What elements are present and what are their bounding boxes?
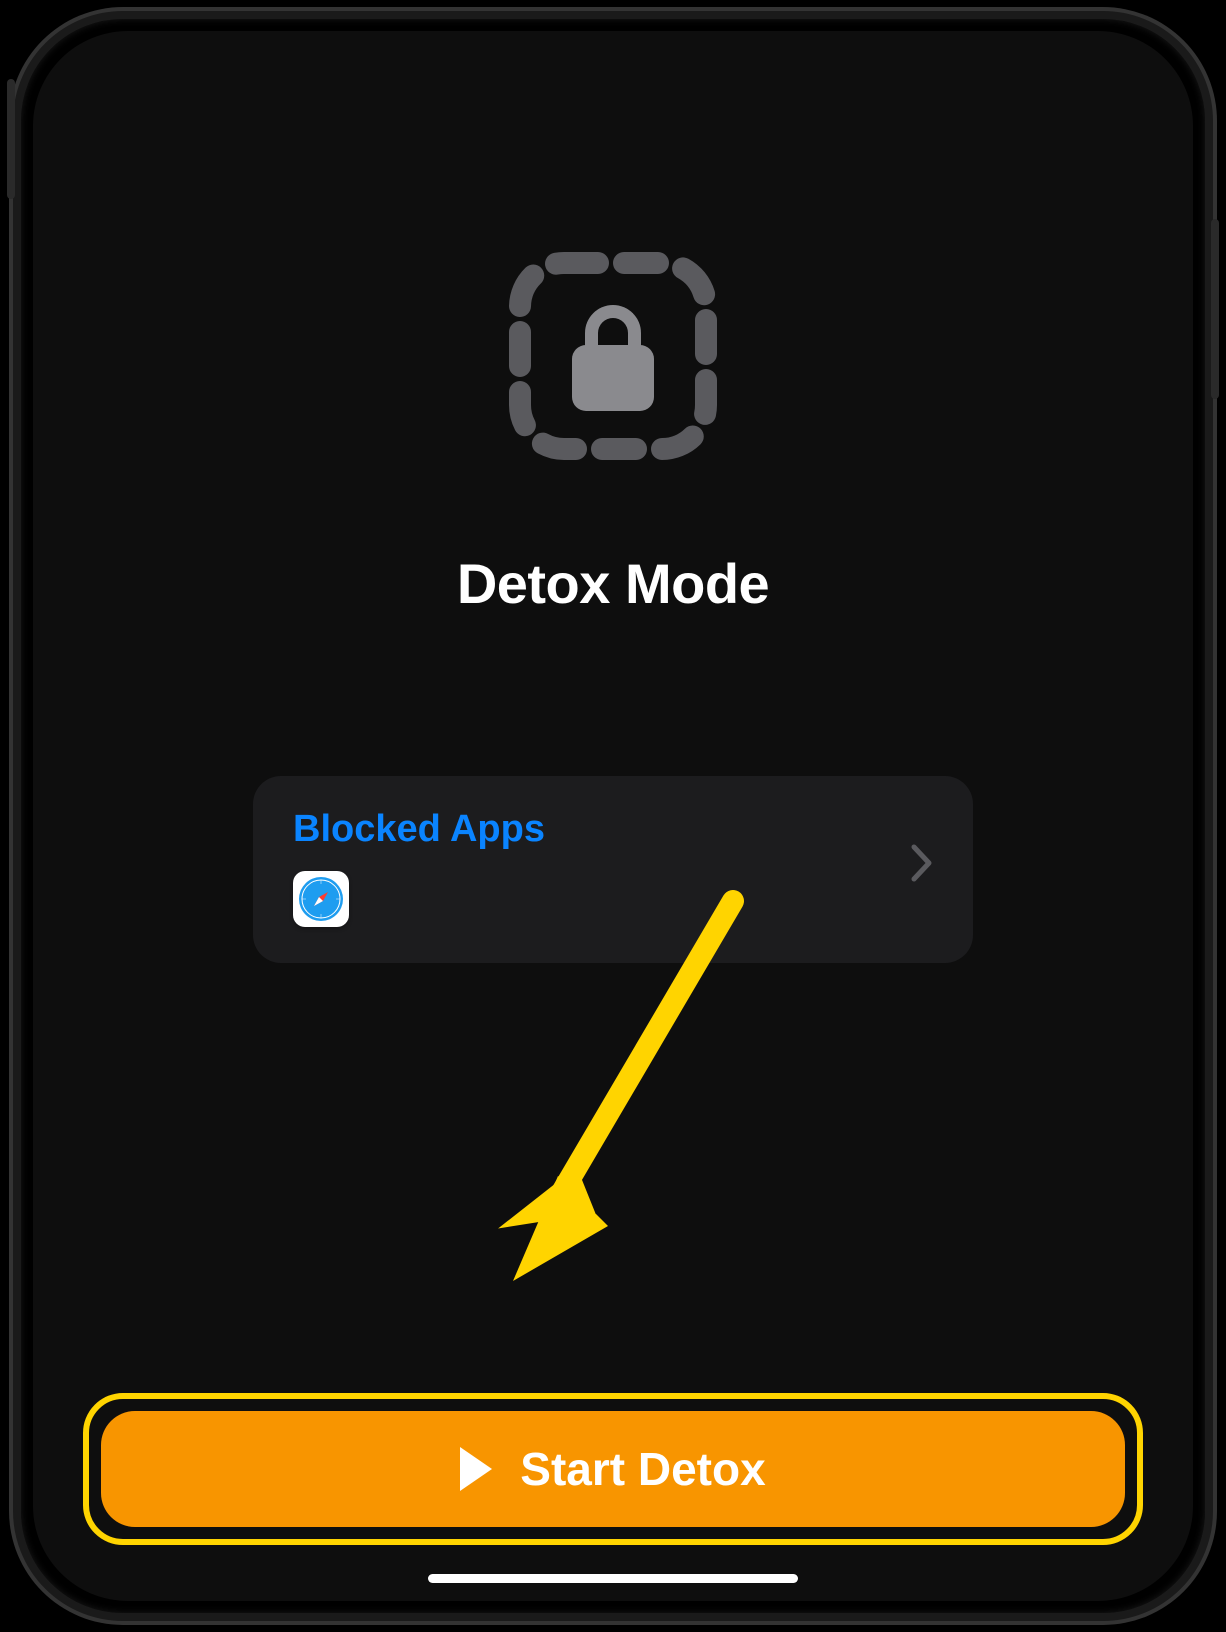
start-detox-label: Start Detox <box>520 1442 765 1496</box>
chevron-right-icon <box>911 844 933 892</box>
phone-frame: Detox Mode Blocked Apps <box>13 11 1213 1621</box>
power-button <box>1211 219 1219 399</box>
screen: Detox Mode Blocked Apps <box>33 31 1193 1601</box>
blocked-apps-icon-list <box>293 871 545 927</box>
safari-app-icon <box>293 871 349 927</box>
dashed-square-icon <box>508 251 718 461</box>
start-button-highlight: Start Detox <box>83 1393 1143 1545</box>
blocked-apps-card[interactable]: Blocked Apps <box>253 776 973 963</box>
home-indicator[interactable] <box>428 1574 798 1583</box>
lock-badge-icon <box>508 251 718 461</box>
start-detox-button[interactable]: Start Detox <box>101 1411 1125 1527</box>
page-title: Detox Mode <box>457 551 769 616</box>
play-icon <box>460 1447 492 1491</box>
volume-button <box>7 79 15 199</box>
blocked-apps-label: Blocked Apps <box>293 808 545 851</box>
